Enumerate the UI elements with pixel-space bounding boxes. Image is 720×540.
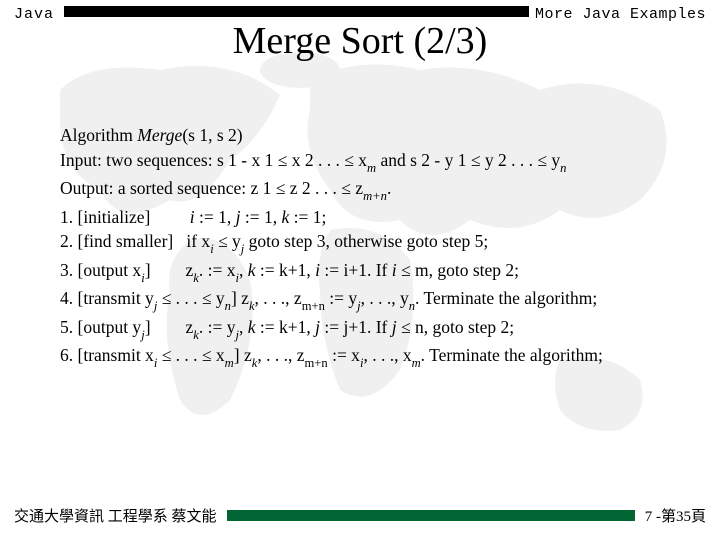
header-divider-bar [64, 6, 529, 17]
algorithm-heading: Algorithm Merge(s 1, s 2) [60, 123, 676, 148]
algorithm-block: Algorithm Merge(s 1, s 2) Input: two seq… [0, 63, 720, 371]
slide-title: Merge Sort (2/3) [0, 19, 720, 63]
footer-page-number: 7 -第35頁 [645, 505, 706, 526]
footer-author: 交通大學資訊 工程學系 蔡文能 [14, 505, 217, 526]
algorithm-step-6: 6. [transmit xi ≤ . . . ≤ xm] zk, . . .,… [60, 343, 676, 371]
algorithm-step-1: 1. [initialize] i := 1, j := 1, k := 1; [60, 205, 676, 230]
algorithm-step-5: 5. [output yj] zk. := yj, k := k+1, j :=… [60, 315, 676, 343]
algorithm-step-4: 4. [transmit yj ≤ . . . ≤ yn] zk, . . .,… [60, 286, 676, 314]
slide: Java More Java Examples Merge Sort (2/3)… [0, 0, 720, 540]
footer-divider-bar [227, 510, 635, 521]
algorithm-output: Output: a sorted sequence: z 1 ≤ z 2 . .… [60, 176, 676, 204]
algorithm-step-3: 3. [output xi] zk. := xi, k := k+1, i :=… [60, 258, 676, 286]
algorithm-input: Input: two sequences: s 1 - x 1 ≤ x 2 . … [60, 148, 676, 176]
algorithm-step-2: 2. [find smaller] if xi ≤ yj goto step 3… [60, 229, 676, 257]
slide-footer: 交通大學資訊 工程學系 蔡文能 7 -第35頁 [0, 505, 720, 526]
